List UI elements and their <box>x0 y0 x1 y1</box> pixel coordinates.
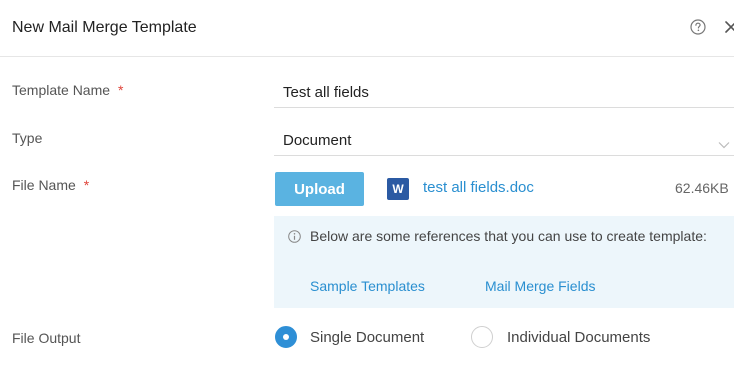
required-mark: * <box>83 177 90 193</box>
template-name-label: Template Name * <box>12 82 124 98</box>
word-document-icon: W <box>387 178 409 200</box>
type-value: Document <box>283 132 352 149</box>
file-output-label: File Output <box>12 330 81 346</box>
radio-individual-documents[interactable] <box>471 326 493 348</box>
info-box: Below are some references that you can u… <box>274 216 734 308</box>
individual-documents-label[interactable]: Individual Documents <box>507 329 650 346</box>
sample-templates-link[interactable]: Sample Templates <box>310 278 425 294</box>
info-circle-icon <box>288 230 301 243</box>
type-label: Type <box>12 130 43 146</box>
mail-merge-fields-link[interactable]: Mail Merge Fields <box>485 278 595 294</box>
file-name-label: File Name * <box>12 177 89 193</box>
help-icon[interactable] <box>690 19 706 35</box>
dialog-header: New Mail Merge Template <box>0 0 734 57</box>
file-link[interactable]: test all fields.doc <box>423 179 534 196</box>
single-document-label[interactable]: Single Document <box>310 329 424 346</box>
required-mark: * <box>118 82 124 98</box>
info-text: Below are some references that you can u… <box>310 228 707 244</box>
chevron-down-icon <box>718 136 730 149</box>
template-name-input[interactable]: Test all fields <box>274 74 734 108</box>
dialog-title: New Mail Merge Template <box>12 19 197 36</box>
file-size: 62.46KB <box>675 180 729 196</box>
radio-single-document[interactable] <box>275 326 297 348</box>
template-name-value: Test all fields <box>283 84 369 101</box>
mail-merge-dialog: New Mail Merge Template Template Name * T… <box>0 0 734 365</box>
type-select[interactable]: Document <box>274 122 734 156</box>
upload-button[interactable]: Upload <box>275 172 364 206</box>
file-name-label-text: File Name <box>12 177 76 193</box>
template-name-label-text: Template Name <box>12 82 111 98</box>
close-icon[interactable] <box>724 20 734 34</box>
